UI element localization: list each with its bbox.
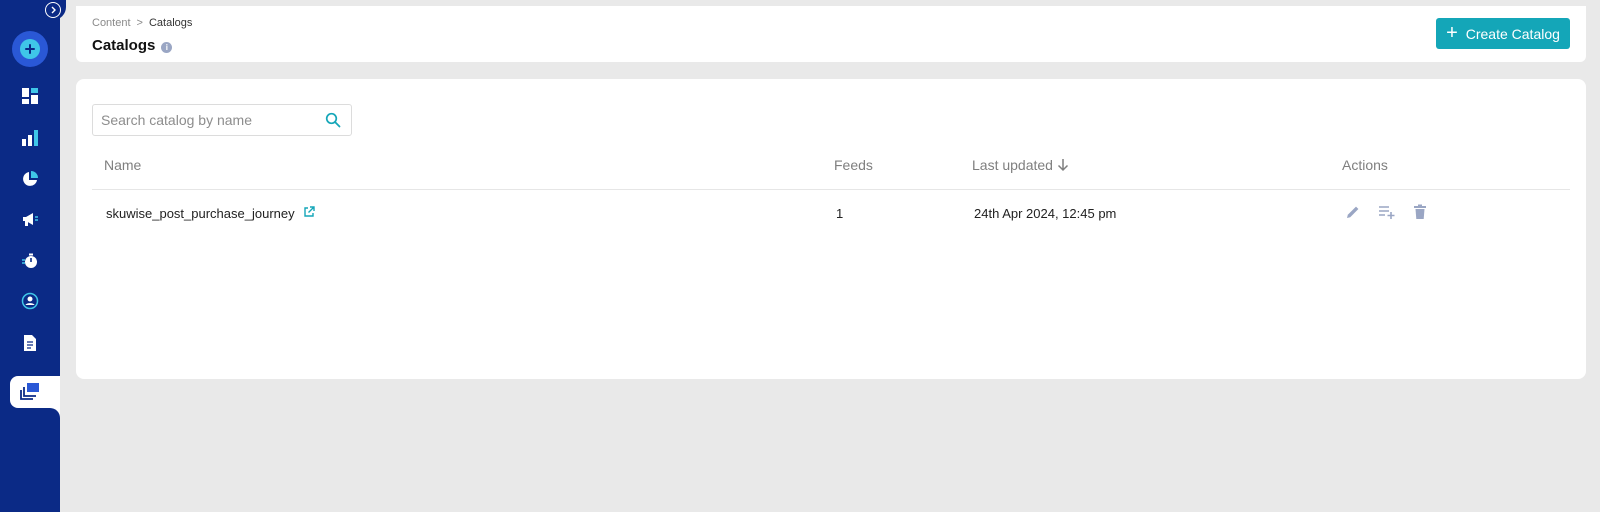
column-header-name[interactable]: Name bbox=[104, 157, 141, 173]
trash-icon bbox=[1414, 204, 1426, 219]
column-header-last-updated-label: Last updated bbox=[972, 157, 1053, 173]
breadcrumb-current: Catalogs bbox=[148, 17, 193, 29]
catalog-last-updated: 24th Apr 2024, 12:45 pm bbox=[974, 206, 1117, 221]
sidebar-item-campaigns[interactable] bbox=[18, 207, 42, 231]
sidebar-item-analytics[interactable] bbox=[18, 126, 42, 150]
page-title-text: Catalogs bbox=[92, 37, 156, 54]
page-header: Content > Catalogs Catalogs i + Create C… bbox=[76, 6, 1586, 62]
analytics-icon bbox=[22, 130, 38, 146]
document-icon bbox=[24, 335, 36, 351]
megaphone-icon bbox=[23, 213, 38, 226]
sidebar-item-audience[interactable] bbox=[18, 289, 42, 313]
timer-icon bbox=[22, 253, 37, 268]
search-icon[interactable] bbox=[325, 112, 341, 128]
sidebar-item-content[interactable] bbox=[18, 331, 42, 355]
catalog-feeds: 1 bbox=[836, 206, 844, 221]
column-header-feeds[interactable]: Feeds bbox=[834, 157, 873, 173]
catalog-icon bbox=[20, 383, 39, 400]
table-header-divider bbox=[92, 189, 1570, 190]
sidebar bbox=[0, 0, 66, 512]
chevron-right-icon bbox=[51, 6, 56, 14]
info-icon[interactable]: i bbox=[161, 41, 173, 53]
external-link-icon[interactable] bbox=[303, 205, 315, 218]
sidebar-item-dashboard[interactable] bbox=[18, 84, 42, 108]
search-input[interactable] bbox=[101, 112, 321, 128]
column-header-actions: Actions bbox=[1342, 157, 1388, 173]
sidebar-item-reports[interactable] bbox=[18, 167, 42, 191]
arrow-down-icon[interactable] bbox=[1057, 158, 1069, 172]
page-title: Catalogs i bbox=[92, 37, 173, 54]
plus-icon: + bbox=[1446, 21, 1458, 44]
delete-button[interactable] bbox=[1409, 201, 1431, 223]
dashboard-icon bbox=[22, 88, 38, 104]
catalog-name-cell: skuwise_post_purchase_journey bbox=[106, 205, 315, 221]
breadcrumb: Content > Catalogs bbox=[92, 17, 192, 29]
sidebar-item-catalogs[interactable] bbox=[10, 376, 60, 418]
column-header-last-updated[interactable]: Last updated bbox=[972, 157, 1069, 173]
create-catalog-button[interactable]: + Create Catalog bbox=[1436, 18, 1570, 49]
breadcrumb-separator: > bbox=[136, 17, 143, 29]
create-catalog-label: Create Catalog bbox=[1465, 25, 1560, 42]
add-to-playlist-button[interactable] bbox=[1376, 201, 1398, 223]
pencil-icon bbox=[1347, 206, 1359, 218]
quick-create-button[interactable] bbox=[12, 31, 48, 67]
plus-icon bbox=[25, 44, 35, 54]
audience-icon bbox=[21, 292, 39, 310]
breadcrumb-parent[interactable]: Content bbox=[92, 17, 131, 29]
sidebar-item-journeys[interactable] bbox=[18, 249, 42, 273]
edit-button[interactable] bbox=[1342, 201, 1364, 223]
search-box[interactable] bbox=[92, 104, 352, 136]
sidebar-expand-button[interactable] bbox=[40, 0, 66, 20]
playlist-add-icon bbox=[1379, 206, 1395, 219]
pie-chart-icon bbox=[23, 171, 38, 186]
catalogs-panel: Name Feeds Last updated Actions skuwise_… bbox=[76, 79, 1586, 379]
catalog-name[interactable]: skuwise_post_purchase_journey bbox=[106, 206, 295, 221]
